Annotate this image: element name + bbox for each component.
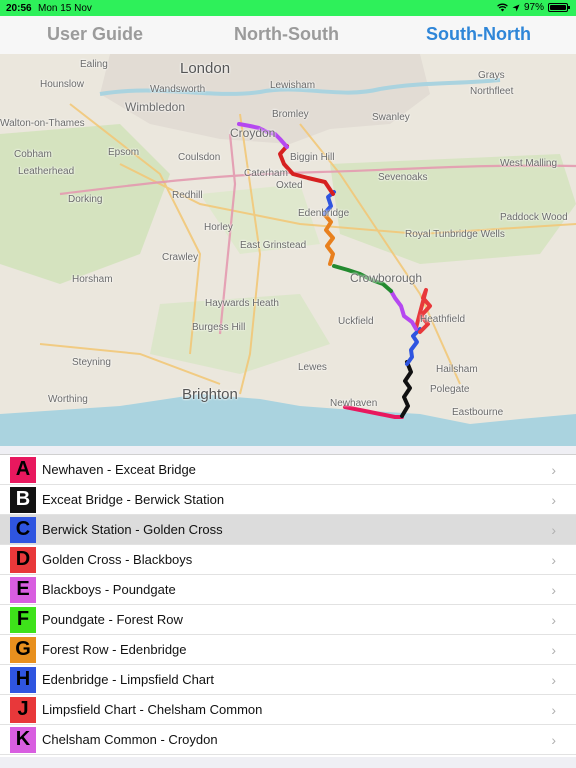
map-label: West Malling — [500, 158, 558, 169]
map-label: Biggin Hill — [290, 152, 335, 163]
map-label: Croydon — [230, 126, 276, 140]
map-label: Brighton — [182, 386, 238, 403]
map-label: Wimbledon — [125, 100, 186, 114]
tab-south-north[interactable]: South-North — [426, 24, 531, 45]
section-label: Exceat Bridge - Berwick Station — [42, 492, 225, 507]
map-label: Caterham — [244, 168, 288, 179]
section-letter-badge: C — [10, 516, 36, 543]
map-label: Hounslow — [40, 79, 84, 90]
map-label: Epsom — [108, 147, 140, 158]
map-label: Newhaven — [330, 398, 378, 409]
section-row-k[interactable]: K Chelsham Common - Croydon › — [0, 725, 576, 755]
section-row-e[interactable]: E Blackboys - Poundgate › — [0, 575, 576, 605]
map-label: Haywards Heath — [205, 298, 279, 309]
tab-north-south[interactable]: North-South — [234, 24, 339, 45]
map-label: Oxted — [276, 180, 303, 191]
map-label: Horsham — [72, 274, 113, 285]
map-label: Leatherhead — [18, 166, 75, 177]
map-label: Sevenoaks — [378, 172, 428, 183]
section-row-b[interactable]: B Exceat Bridge - Berwick Station › — [0, 485, 576, 515]
section-letter-badge: E — [10, 576, 36, 603]
chevron-right-icon: › — [551, 702, 556, 718]
map-label: Uckfield — [338, 316, 374, 327]
map-label: Dorking — [68, 194, 103, 205]
section-row-a[interactable]: A Newhaven - Exceat Bridge › — [0, 455, 576, 485]
section-row-h[interactable]: H Edenbridge - Limpsfield Chart › — [0, 665, 576, 695]
section-letter-badge: G — [10, 636, 36, 663]
map-label: Worthing — [48, 394, 88, 405]
section-letter-badge: A — [10, 456, 36, 483]
section-letter-badge: K — [10, 726, 36, 753]
chevron-right-icon: › — [551, 642, 556, 658]
map-label: London — [180, 60, 231, 77]
chevron-right-icon: › — [551, 492, 556, 508]
map-label: Heathfield — [420, 314, 466, 325]
section-letter-badge: H — [10, 666, 36, 693]
map-label: Wandsworth — [150, 84, 206, 95]
map-label: Ealing — [80, 59, 108, 70]
map-label: Bromley — [272, 109, 309, 120]
map-label: Coulsdon — [178, 152, 221, 163]
map-label: Hailsham — [436, 364, 478, 375]
status-date: Mon 15 Nov — [38, 3, 92, 14]
map-label: Lewisham — [270, 80, 316, 91]
section-label: Chelsham Common - Croydon — [42, 732, 218, 747]
battery-percent: 97% — [523, 2, 544, 13]
route-map[interactable]: Ealing London Grays Hounslow Wandsworth … — [0, 54, 576, 446]
status-time: 20:56 — [6, 3, 32, 14]
map-label: Redhill — [172, 190, 203, 201]
section-label: Golden Cross - Blackboys — [42, 552, 193, 567]
section-label: Poundgate - Forest Row — [42, 612, 183, 627]
map-label: Edenbridge — [298, 208, 350, 219]
status-bar: 20:56 Mon 15 Nov 97% — [0, 0, 576, 16]
map-label: Crawley — [162, 252, 199, 263]
chevron-right-icon: › — [551, 732, 556, 748]
chevron-right-icon: › — [551, 582, 556, 598]
map-label: Crowborough — [350, 271, 423, 285]
map-label: Polegate — [430, 384, 470, 395]
map-label: Cobham — [14, 149, 52, 160]
map-label: Steyning — [72, 357, 111, 368]
sections-list: A Newhaven - Exceat Bridge › B Exceat Bridge… — [0, 454, 576, 757]
section-row-j[interactable]: J Limpsfield Chart - Chelsham Common › — [0, 695, 576, 725]
map-label: Royal Tunbridge Wells — [405, 229, 505, 240]
section-row-g[interactable]: G Forest Row - Edenbridge › — [0, 635, 576, 665]
chevron-right-icon: › — [551, 462, 556, 478]
section-letter-badge: F — [10, 606, 36, 633]
section-letter-badge: B — [10, 486, 36, 513]
tab-user-guide[interactable]: User Guide — [47, 24, 143, 45]
section-row-c[interactable]: C Berwick Station - Golden Cross › — [0, 515, 576, 545]
section-row-f[interactable]: F Poundgate - Forest Row › — [0, 605, 576, 635]
chevron-right-icon: › — [551, 552, 556, 568]
map-label: Burgess Hill — [192, 322, 246, 333]
map-label: Lewes — [298, 362, 327, 373]
map-label: East Grinstead — [240, 240, 307, 251]
map-label: Paddock Wood — [500, 212, 568, 223]
chevron-right-icon: › — [551, 612, 556, 628]
map-label: Eastbourne — [452, 407, 504, 418]
section-label: Limpsfield Chart - Chelsham Common — [42, 702, 263, 717]
map-label: Walton-on-Thames — [0, 118, 85, 129]
section-label: Berwick Station - Golden Cross — [42, 522, 223, 537]
segment-tab-bar: User Guide North-South South-North — [0, 16, 576, 55]
battery-icon — [548, 3, 570, 12]
map-label: Swanley — [372, 112, 410, 123]
wifi-icon — [497, 3, 508, 12]
section-letter-badge: D — [10, 546, 36, 573]
section-label: Edenbridge - Limpsfield Chart — [42, 672, 214, 687]
status-right: 97% — [497, 2, 570, 13]
location-arrow-icon — [512, 4, 520, 11]
map-label: Northfleet — [470, 86, 514, 97]
map-label: Grays — [478, 70, 505, 81]
section-label: Forest Row - Edenbridge — [42, 642, 187, 657]
section-label: Blackboys - Poundgate — [42, 582, 176, 597]
chevron-right-icon: › — [551, 672, 556, 688]
map-label: Horley — [204, 222, 233, 233]
section-row-d[interactable]: D Golden Cross - Blackboys › — [0, 545, 576, 575]
section-letter-badge: J — [10, 696, 36, 723]
section-label: Newhaven - Exceat Bridge — [42, 462, 196, 477]
chevron-right-icon: › — [551, 522, 556, 538]
